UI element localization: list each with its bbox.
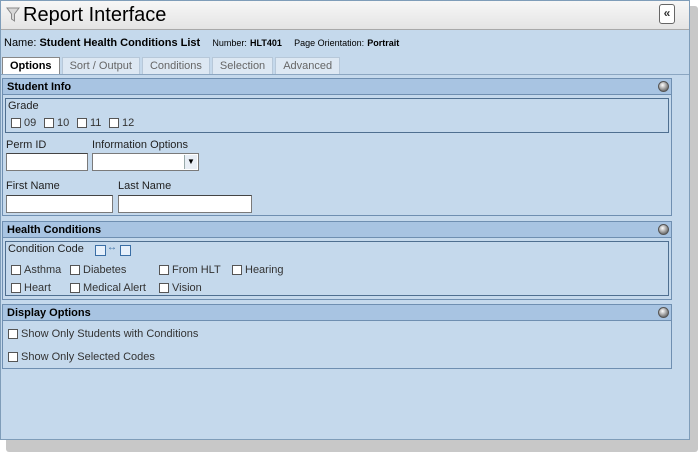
code-from-hlt-checkbox[interactable]: From HLT <box>159 264 221 276</box>
first-name-label: First Name <box>6 180 60 192</box>
code-asthma-checkbox[interactable]: Asthma <box>11 264 61 276</box>
tab-options[interactable]: Options <box>2 57 60 75</box>
checkbox-box[interactable] <box>11 283 21 293</box>
grade-09-checkbox[interactable]: 09 <box>11 117 36 129</box>
health-conditions-header[interactable]: Health Conditions <box>2 221 672 238</box>
collapse-button[interactable]: « <box>659 4 675 24</box>
code-heart-checkbox[interactable]: Heart <box>11 282 51 294</box>
report-interface-window: Report Interface « Name: Student Health … <box>0 0 690 440</box>
display-options-body: Show Only Students with Conditions Show … <box>2 321 672 369</box>
grade-09-label: 09 <box>24 117 37 129</box>
tab-conditions[interactable]: Conditions <box>141 57 210 74</box>
show-only-selected-codes-checkbox[interactable]: Show Only Selected Codes <box>8 351 155 363</box>
checkbox-box[interactable] <box>159 283 169 293</box>
checkbox-box[interactable] <box>11 118 21 128</box>
code-asthma-label: Asthma <box>24 264 62 276</box>
report-info-row: Name: Student Health Conditions List Num… <box>4 37 684 49</box>
health-conditions-title: Health Conditions <box>7 224 102 236</box>
perm-id-label: Perm ID <box>6 139 47 151</box>
code-medical-alert-checkbox[interactable]: Medical Alert <box>70 282 146 294</box>
code-heart-label: Heart <box>24 282 51 294</box>
display-options-header[interactable]: Display Options <box>2 304 672 321</box>
number-label: Number: <box>212 38 247 48</box>
collapse-section-icon[interactable] <box>658 81 669 92</box>
health-conditions-body: Condition Code ↔ Asthma Diabetes From HL… <box>2 238 672 300</box>
code-diabetes-label: Diabetes <box>83 264 127 276</box>
checkbox-box[interactable] <box>8 329 18 339</box>
code-diabetes-checkbox[interactable]: Diabetes <box>70 264 126 276</box>
last-name-label: Last Name <box>118 180 172 192</box>
code-medical-alert-label: Medical Alert <box>83 282 146 294</box>
tab-sort-output[interactable]: Sort / Output <box>61 57 140 74</box>
show-only-students-with-conditions-checkbox[interactable]: Show Only Students with Conditions <box>8 328 198 340</box>
collapse-section-icon[interactable] <box>658 307 669 318</box>
checkbox-box[interactable] <box>77 118 87 128</box>
filter-icon <box>6 7 20 26</box>
checkbox-box[interactable] <box>70 265 80 275</box>
grade-group: Grade 09 10 11 12 <box>5 98 669 133</box>
code-hearing-checkbox[interactable]: Hearing <box>232 264 284 276</box>
checkbox-box[interactable] <box>232 265 242 275</box>
code-vision-label: Vision <box>172 282 202 294</box>
orientation-value: Portrait <box>367 38 400 48</box>
display-options-title: Display Options <box>7 307 91 319</box>
grade-11-checkbox[interactable]: 11 <box>77 117 101 129</box>
grade-11-label: 11 <box>90 117 102 129</box>
title-bar: Report Interface « <box>1 1 689 30</box>
code-hearing-label: Hearing <box>245 264 284 276</box>
report-number: HLT401 <box>250 38 282 48</box>
grade-12-checkbox[interactable]: 12 <box>109 117 134 129</box>
perm-id-input[interactable] <box>6 153 88 171</box>
show-only-students-with-conditions-label: Show Only Students with Conditions <box>21 328 199 340</box>
information-options-select[interactable]: ▼ <box>92 153 199 171</box>
chevron-down-icon[interactable]: ▼ <box>184 155 197 169</box>
grade-10-checkbox[interactable]: 10 <box>44 117 69 129</box>
show-only-selected-codes-label: Show Only Selected Codes <box>21 351 155 363</box>
condition-code-group: Condition Code ↔ Asthma Diabetes From HL… <box>5 241 669 296</box>
grade-12-label: 12 <box>122 117 135 129</box>
checkbox-box[interactable] <box>109 118 119 128</box>
checkbox-box[interactable] <box>44 118 54 128</box>
checkbox-box[interactable] <box>159 265 169 275</box>
tab-advanced[interactable]: Advanced <box>275 57 341 74</box>
first-name-input[interactable] <box>6 195 113 213</box>
tab-selection[interactable]: Selection <box>211 57 274 74</box>
tab-divider <box>1 74 689 75</box>
name-label: Name: <box>4 37 37 49</box>
report-name: Student Health Conditions List <box>39 37 201 49</box>
code-from-hlt-label: From HLT <box>172 264 221 276</box>
information-options-label: Information Options <box>92 139 188 151</box>
last-name-input[interactable] <box>118 195 252 213</box>
checkbox-box[interactable] <box>8 352 18 362</box>
student-info-title: Student Info <box>7 81 72 93</box>
orientation-label: Page Orientation: <box>294 38 365 48</box>
grade-10-label: 10 <box>57 117 70 129</box>
window-title: Report Interface <box>23 4 167 26</box>
tab-bar: Options Sort / Output Conditions Selecti… <box>2 57 342 75</box>
checkbox-box[interactable] <box>11 265 21 275</box>
select-none-icon[interactable] <box>95 245 106 256</box>
collapse-section-icon[interactable] <box>658 224 669 235</box>
student-info-header[interactable]: Student Info <box>2 78 672 95</box>
checkbox-box[interactable] <box>70 283 80 293</box>
condition-code-label: Condition Code <box>8 243 84 255</box>
swap-arrows-icon: ↔ <box>107 242 117 253</box>
grade-label: Grade <box>8 100 39 112</box>
code-vision-checkbox[interactable]: Vision <box>159 282 202 294</box>
student-info-body: Grade 09 10 11 12 Perm ID Information Op… <box>2 95 672 216</box>
select-all-icon[interactable] <box>120 245 131 256</box>
